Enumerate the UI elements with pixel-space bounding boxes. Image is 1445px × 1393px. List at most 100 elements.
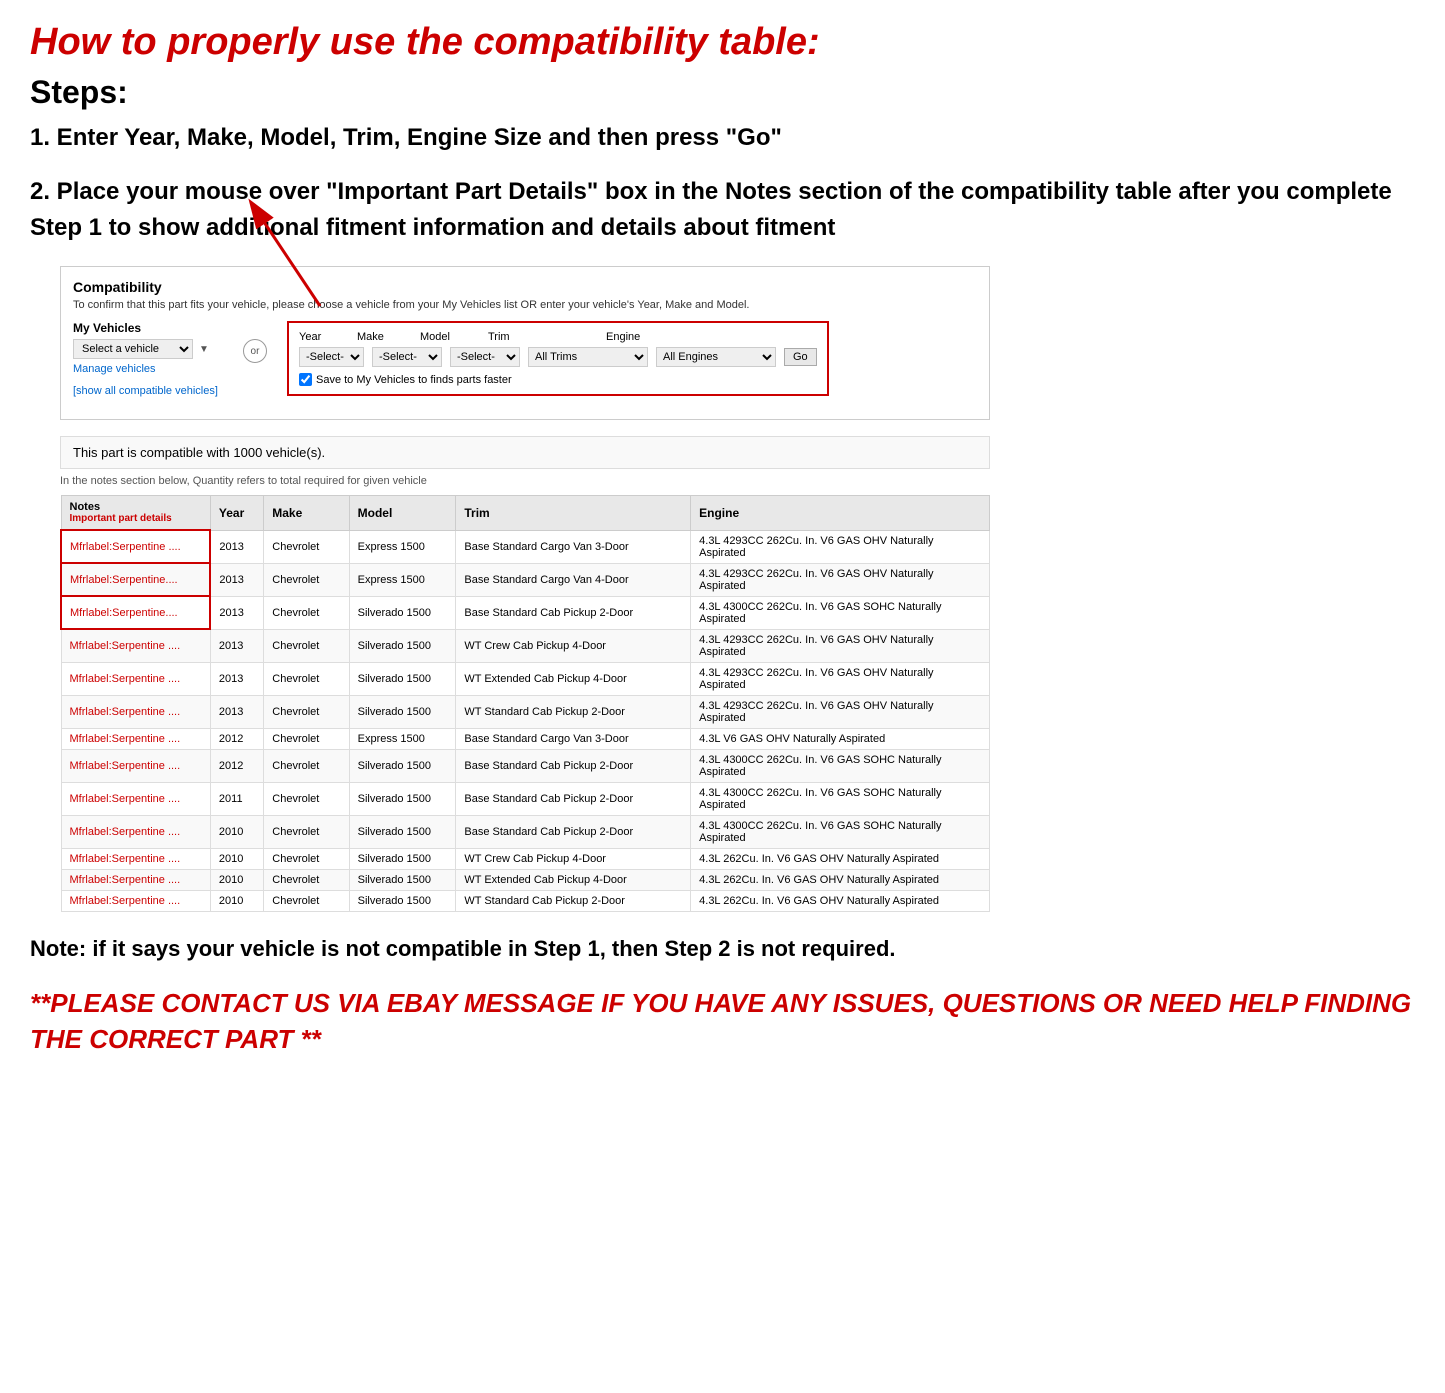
table-cell: 4.3L 4293CC 262Cu. In. V6 GAS OHV Natura… [691, 662, 990, 695]
manage-vehicles-link[interactable]: Manage vehicles [73, 363, 223, 375]
th-notes: Notes Important part details [61, 496, 210, 531]
trim-select[interactable]: All Trims [528, 347, 648, 367]
table-cell: 2013 [210, 596, 263, 629]
table-cell: Chevrolet [264, 596, 349, 629]
table-cell: 2013 [210, 629, 263, 662]
make-select[interactable]: -Select- [372, 347, 442, 367]
notes-cell: Mfrlabel:Serpentine .... [61, 662, 210, 695]
my-vehicles-label: My Vehicles [73, 321, 223, 335]
table-cell: Silverado 1500 [349, 815, 456, 848]
table-cell: 2013 [210, 662, 263, 695]
table-cell: 4.3L 4293CC 262Cu. In. V6 GAS OHV Natura… [691, 629, 990, 662]
contact-text: **PLEASE CONTACT US VIA EBAY MESSAGE IF … [30, 985, 1415, 1058]
table-cell: Express 1500 [349, 563, 456, 596]
table-cell: 2010 [210, 869, 263, 890]
table-cell: Express 1500 [349, 728, 456, 749]
table-row: Mfrlabel:Serpentine ....2010ChevroletSil… [61, 890, 990, 911]
table-cell: 4.3L 4293CC 262Cu. In. V6 GAS OHV Natura… [691, 530, 990, 563]
table-row: Mfrlabel:Serpentine ....2010ChevroletSil… [61, 848, 990, 869]
notes-cell: Mfrlabel:Serpentine .... [61, 815, 210, 848]
table-cell: 4.3L 262Cu. In. V6 GAS OHV Naturally Asp… [691, 869, 990, 890]
table-cell: 2011 [210, 782, 263, 815]
table-cell: Silverado 1500 [349, 848, 456, 869]
table-cell: WT Crew Cab Pickup 4-Door [456, 848, 691, 869]
save-checkbox-label: Save to My Vehicles to finds parts faste… [316, 374, 512, 386]
table-cell: Silverado 1500 [349, 890, 456, 911]
table-cell: Chevrolet [264, 749, 349, 782]
my-vehicles-section: My Vehicles Select a vehicle ▼ Manage ve… [73, 321, 223, 399]
vehicle-select[interactable]: Select a vehicle [73, 339, 193, 359]
model-select[interactable]: -Select- [450, 347, 520, 367]
save-checkbox[interactable] [299, 373, 312, 386]
compat-subtitle: To confirm that this part fits your vehi… [73, 299, 977, 311]
table-cell: Base Standard Cab Pickup 2-Door [456, 749, 691, 782]
table-row: Mfrlabel:Serpentine ....2013ChevroletSil… [61, 662, 990, 695]
notes-cell: Mfrlabel:Serpentine .... [61, 629, 210, 662]
table-cell: 2013 [210, 530, 263, 563]
compat-title: Compatibility [73, 279, 977, 295]
model-label: Model [420, 331, 480, 343]
year-make-section: Year Make Model Trim Engine -Select- -Se… [287, 321, 829, 396]
table-cell: 4.3L V6 GAS OHV Naturally Aspirated [691, 728, 990, 749]
table-cell: Base Standard Cargo Van 4-Door [456, 563, 691, 596]
table-row: Mfrlabel:Serpentine ....2010ChevroletSil… [61, 815, 990, 848]
table-cell: Chevrolet [264, 890, 349, 911]
table-cell: 2012 [210, 728, 263, 749]
year-label: Year [299, 331, 349, 343]
compatibility-container: Compatibility To confirm that this part … [60, 266, 990, 420]
notes-cell: Mfrlabel:Serpentine.... [61, 563, 210, 596]
main-title: How to properly use the compatibility ta… [30, 20, 1415, 66]
dropdown-arrow-icon: ▼ [199, 344, 209, 355]
th-trim: Trim [456, 496, 691, 531]
th-engine: Engine [691, 496, 990, 531]
table-cell: 2010 [210, 890, 263, 911]
notes-cell: Mfrlabel:Serpentine .... [61, 530, 210, 563]
table-cell: 4.3L 4293CC 262Cu. In. V6 GAS OHV Natura… [691, 563, 990, 596]
table-cell: Silverado 1500 [349, 662, 456, 695]
table-row: Mfrlabel:Serpentine....2013ChevroletExpr… [61, 563, 990, 596]
table-row: Mfrlabel:Serpentine ....2013ChevroletExp… [61, 530, 990, 563]
go-button[interactable]: Go [784, 348, 817, 366]
table-cell: Base Standard Cab Pickup 2-Door [456, 815, 691, 848]
table-cell: Base Standard Cab Pickup 2-Door [456, 782, 691, 815]
table-row: Mfrlabel:Serpentine ....2011ChevroletSil… [61, 782, 990, 815]
th-make: Make [264, 496, 349, 531]
table-cell: 4.3L 4300CC 262Cu. In. V6 GAS SOHC Natur… [691, 782, 990, 815]
notes-cell: Mfrlabel:Serpentine .... [61, 890, 210, 911]
table-cell: Silverado 1500 [349, 629, 456, 662]
table-cell: Silverado 1500 [349, 869, 456, 890]
table-cell: 4.3L 4300CC 262Cu. In. V6 GAS SOHC Natur… [691, 596, 990, 629]
year-select[interactable]: -Select- [299, 347, 364, 367]
table-cell: WT Extended Cab Pickup 4-Door [456, 662, 691, 695]
table-cell: Express 1500 [349, 530, 456, 563]
table-cell: 4.3L 262Cu. In. V6 GAS OHV Naturally Asp… [691, 890, 990, 911]
table-cell: 4.3L 4293CC 262Cu. In. V6 GAS OHV Natura… [691, 695, 990, 728]
show-all-link[interactable]: [show all compatible vehicles] [73, 385, 218, 397]
notes-cell: Mfrlabel:Serpentine .... [61, 749, 210, 782]
notes-cell: Mfrlabel:Serpentine .... [61, 782, 210, 815]
table-cell: Chevrolet [264, 728, 349, 749]
notes-header: Notes [70, 501, 202, 513]
table-cell: 2010 [210, 815, 263, 848]
compatibility-table: Notes Important part details Year Make M… [60, 495, 990, 912]
table-cell: Chevrolet [264, 782, 349, 815]
note-text: Note: if it says your vehicle is not com… [30, 932, 1415, 965]
table-row: Mfrlabel:Serpentine ....2013ChevroletSil… [61, 695, 990, 728]
table-cell: 2013 [210, 695, 263, 728]
trim-label: Trim [488, 331, 598, 343]
table-cell: Chevrolet [264, 815, 349, 848]
table-cell: 4.3L 4300CC 262Cu. In. V6 GAS SOHC Natur… [691, 815, 990, 848]
table-cell: Silverado 1500 [349, 782, 456, 815]
th-year: Year [210, 496, 263, 531]
table-cell: Silverado 1500 [349, 695, 456, 728]
table-row: Mfrlabel:Serpentine....2013ChevroletSilv… [61, 596, 990, 629]
notes-cell: Mfrlabel:Serpentine .... [61, 848, 210, 869]
notes-cell: Mfrlabel:Serpentine .... [61, 728, 210, 749]
step1-text: 1. Enter Year, Make, Model, Trim, Engine… [30, 121, 1415, 155]
table-row: Mfrlabel:Serpentine ....2013ChevroletSil… [61, 629, 990, 662]
notes-cell: Mfrlabel:Serpentine .... [61, 695, 210, 728]
engine-select[interactable]: All Engines [656, 347, 776, 367]
table-cell: Chevrolet [264, 563, 349, 596]
table-cell: Chevrolet [264, 848, 349, 869]
table-cell: Base Standard Cab Pickup 2-Door [456, 596, 691, 629]
